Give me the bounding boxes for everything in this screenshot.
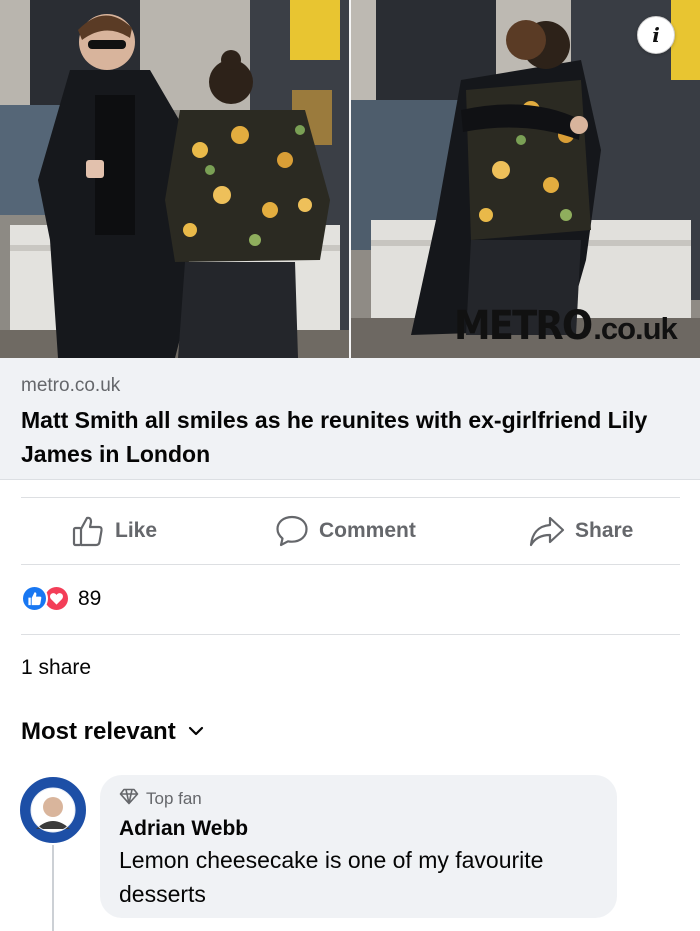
comment-label: Comment [319,519,416,542]
share-arrow-icon [529,514,565,548]
speech-bubble-icon [275,514,309,548]
diamond-icon [119,788,139,810]
comment-bubble[interactable]: Top fan Adrian Webb Lemon cheesecake is … [100,775,617,918]
metro-watermark: METRO.co.uk [454,303,678,349]
like-button[interactable]: Like [71,512,157,550]
reaction-summary[interactable]: 89 [21,585,101,612]
top-fan-badge: Top fan [119,788,597,810]
info-icon: i [652,23,660,47]
share-label: Share [575,519,634,542]
comment-text: Lemon cheesecake is one of my favourite … [119,847,544,907]
info-button[interactable]: i [637,16,675,54]
share-count[interactable]: 1 share [21,656,91,680]
like-reaction-icon [21,585,48,612]
link-domain: metro.co.uk [21,375,121,396]
action-bar: Like Comment Share [0,498,700,564]
link-preview-image[interactable]: i METRO.co.uk [0,0,700,358]
reaction-count: 89 [78,586,102,610]
comment-author[interactable]: Adrian Webb [119,817,597,841]
divider-stats [21,634,680,635]
watermark-brand: METRO [454,303,593,349]
thread-line [52,845,54,931]
badge-label: Top fan [146,789,202,808]
comment-sort-dropdown[interactable]: Most relevant [21,718,204,746]
link-preview-meta[interactable]: metro.co.uk Matt Smith all smiles as he … [0,358,700,480]
photo-left [0,0,349,358]
comment-button[interactable]: Comment [275,512,416,550]
thumbs-up-icon [71,514,105,548]
sort-label: Most relevant [21,718,176,745]
like-label: Like [115,519,158,542]
link-title[interactable]: Matt Smith all smiles as he reunites wit… [21,403,680,471]
divider-bottom [21,564,680,565]
avatar[interactable] [20,777,86,843]
chevron-down-icon [188,723,204,741]
watermark-tld: .co.uk [593,311,678,346]
share-button[interactable]: Share [529,512,633,550]
